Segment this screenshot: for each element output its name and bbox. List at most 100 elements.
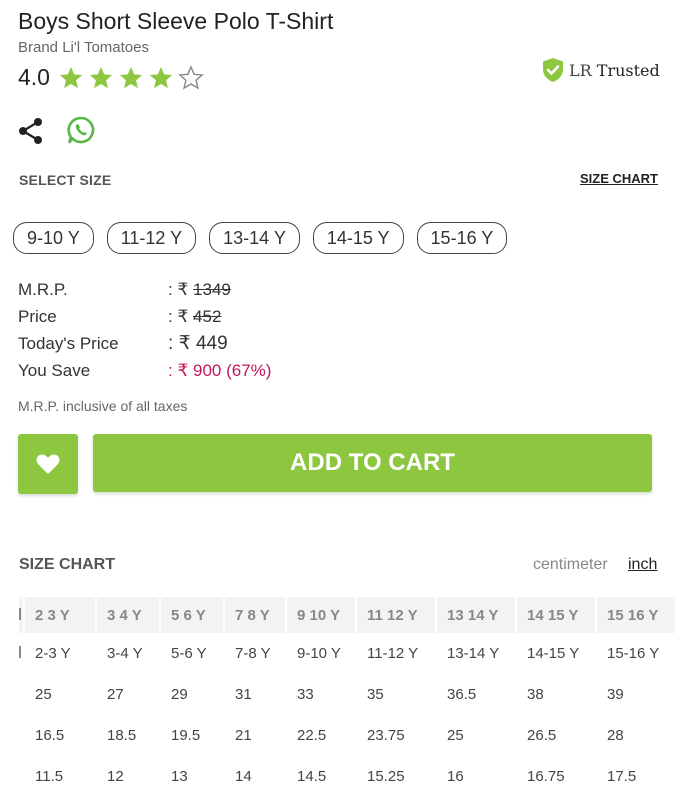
share-icon[interactable] [18,117,44,145]
table-cell: 16.75 [527,768,565,785]
table-cell: 5-6 Y [171,645,207,662]
table-cell: 16 [447,768,464,785]
table-header-row: 2 3 Y3 4 Y5 6 Y7 8 Y9 10 Y 11 12 Y 13 14 Y… [19,597,675,633]
table-row: 16.5 18.5 19.5 21 22.5 23.75 25 26.5 28 [19,715,675,756]
table-cell: 33 [297,686,314,703]
star-filled-icon [89,66,113,88]
table-header-cell: 11 12 Y [357,597,435,633]
table-header-cell: 9 10 Y [287,597,355,633]
size-option-button[interactable]: 13-14 Y [209,222,300,254]
table-cell: 28 [607,727,624,744]
currency-symbol: ₹ [177,306,189,326]
mrp-value: 1349 [193,279,231,299]
table-cell: 17.5 [607,768,637,785]
table-cell: 29 [171,686,188,703]
size-chart-link[interactable]: SIZE CHART [580,171,658,186]
table-cell: 25 [447,727,464,744]
unit-inch-toggle[interactable]: inch [628,556,657,574]
table-cell: 11-12 Y [367,645,419,662]
table-cell: 25 [35,686,52,703]
table-cell: 14 [235,768,252,785]
size-options: 9-10 Y 11-12 Y 13-14 Y 14-15 Y 15-16 Y [13,222,520,254]
separator: : [168,360,173,380]
table-cell: 19.5 [171,727,201,744]
lr-trusted-badge: LR Trusted [541,57,660,83]
table-cell: 22.5 [297,727,327,744]
table-cell: 35 [367,686,384,703]
add-to-cart-button[interactable]: ADD TO CART [93,434,652,492]
currency-symbol: ₹ [177,279,189,299]
table-cell: 15-16 Y [607,645,660,662]
you-save-value: ₹ 900 (67%) [177,360,272,380]
separator: : [168,279,173,299]
table-cell: 2-3 Y [35,645,71,662]
table-cell [19,756,23,797]
table-header-cell: 13 14 Y [437,597,515,633]
table-cell: 23.75 [367,727,405,744]
mrp-row: M.R.P. : ₹ 1349 [18,276,271,303]
star-filled-icon [119,66,143,88]
star-empty-icon [178,64,204,90]
trusted-text: Trusted [596,60,660,80]
price-row: Price : ₹ 452 [18,303,271,330]
table-header-cell: 3 4 Y [97,597,159,633]
size-option-button[interactable]: 15-16 Y [416,222,508,254]
table-cell [19,633,23,674]
table-cell [19,715,23,756]
you-save-row: You Save : ₹ 900 (67%) [18,357,271,384]
currency-symbol: ₹ [178,333,191,354]
todays-price-value: 449 [195,333,228,354]
product-title: Boys Short Sleeve Polo T-Shirt [18,8,334,34]
table-cell: 18.5 [107,727,137,744]
table-cell: 38 [527,686,544,703]
table-header-cell [19,597,23,633]
product-brand[interactable]: Brand Li'l Tomatoes [18,39,149,56]
shield-check-icon [543,58,563,82]
table-cell [19,674,23,715]
todays-price-row: Today's Price : ₹ 449 [18,330,271,357]
separator: : [168,306,173,326]
price-table: M.R.P. : ₹ 1349 Price : ₹ 452 Today's Pr… [18,276,271,384]
star-filled-icon [59,66,83,88]
table-header-cell: 2 3 Y [25,597,95,633]
lr-text: LR [569,60,592,80]
size-option-button[interactable]: 9-10 Y [13,222,94,254]
table-cell: 15.25 [367,768,405,785]
size-option-button[interactable]: 14-15 Y [312,222,404,254]
table-cell: 27 [107,686,124,703]
todays-price-label: Today's Price [18,333,119,353]
table-cell: 21 [235,727,252,744]
table-cell: 39 [607,686,624,703]
mrp-note: M.R.P. inclusive of all taxes [18,398,188,414]
table-cell: 12 [107,768,124,785]
separator: : [168,333,174,354]
table-cell: 31 [235,686,252,703]
table-cell: 11.5 [35,768,64,785]
table-cell: 9-10 Y [297,645,341,662]
mrp-label: M.R.P. [18,279,68,299]
table-header-cell: 14 15 Y [517,597,595,633]
table-cell: 13-14 Y [447,645,500,662]
whatsapp-icon[interactable] [66,115,96,145]
table-row: 11.5 12 13 14 14.5 15.25 16 16.75 17.5 [19,756,675,797]
wishlist-button[interactable] [18,434,78,494]
price-label: Price [18,306,57,326]
you-save-label: You Save [18,360,91,380]
star-rating [58,64,208,91]
table-row: 25 27 29 31 33 35 36.5 38 39 [19,674,675,715]
unit-centimeter-toggle[interactable]: centimeter [533,556,608,574]
price-value: 452 [193,306,222,326]
size-chart-heading: SIZE CHART [19,556,115,573]
table-cell: 36.5 [447,686,477,703]
table-header-cell: 15 16 Y [597,597,675,633]
table-cell: 16.5 [35,727,65,744]
select-size-heading: SELECT SIZE [19,172,112,188]
star-filled-icon [149,66,173,88]
rating-value: 4.0 [18,64,50,90]
heart-icon [36,454,60,474]
table-cell: 3-4 Y [107,645,143,662]
size-option-button[interactable]: 11-12 Y [106,222,197,254]
table-header-cell: 5 6 Y [161,597,223,633]
table-header-cell: 7 8 Y [225,597,285,633]
table-cell: 7-8 Y [235,645,271,662]
